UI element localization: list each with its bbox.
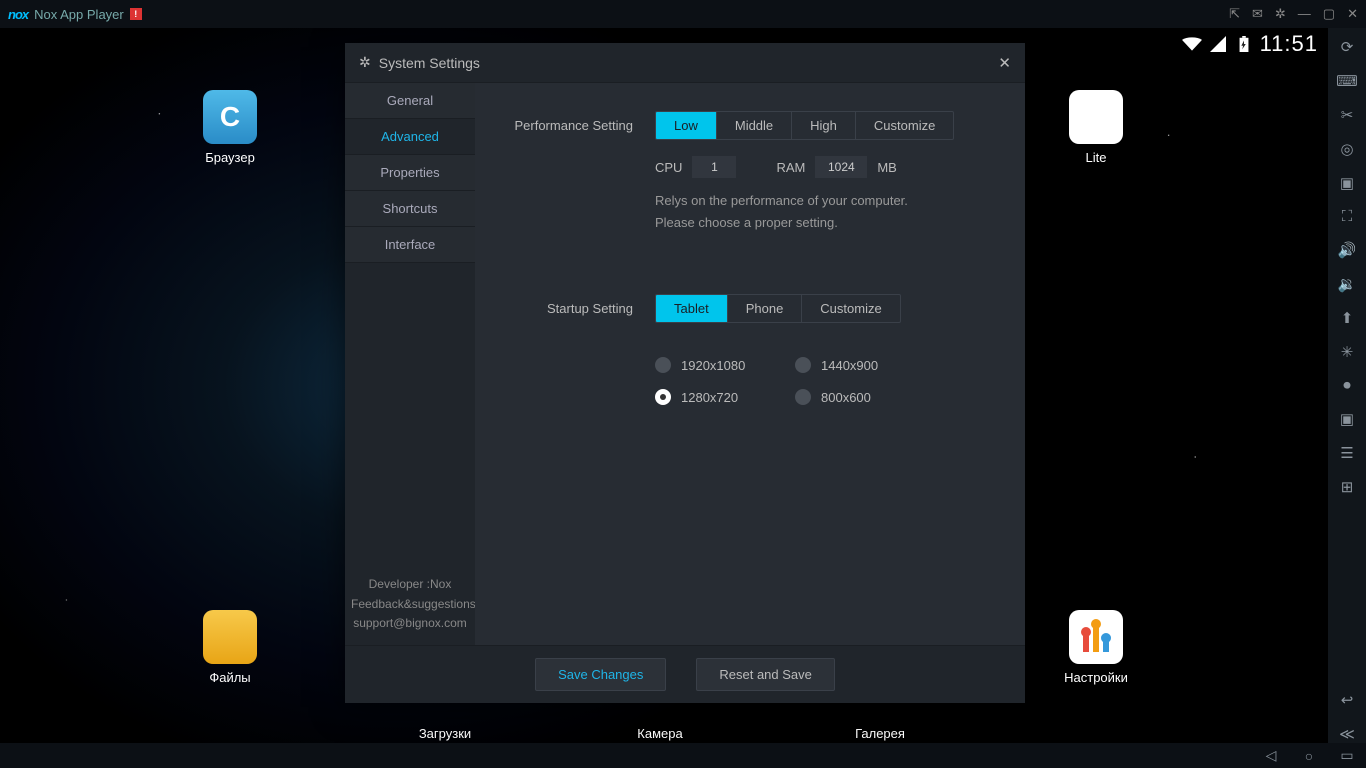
resolution-options: 1920x1080 1440x900 1280x720 800x600 xyxy=(655,357,995,405)
app-settings[interactable]: Настройки xyxy=(1056,610,1136,685)
startup-label: Startup Setting xyxy=(505,301,655,316)
settings-sidebar: General Advanced Properties Shortcuts In… xyxy=(345,83,475,645)
feedback-text: Feedback&suggestions: xyxy=(351,595,469,614)
modal-close-icon[interactable]: ✕ xyxy=(998,54,1011,72)
apk-icon[interactable]: ⬆ xyxy=(1341,309,1354,327)
gear-icon: ✲ xyxy=(359,54,371,71)
performance-segment: Low Middle High Customize xyxy=(655,111,954,140)
tab-interface[interactable]: Interface xyxy=(345,227,475,263)
cpu-label: CPU xyxy=(655,160,682,175)
fullscreen-icon[interactable]: ⛶ xyxy=(1342,208,1353,225)
perf-customize-button[interactable]: Customize xyxy=(856,112,953,139)
shake-icon[interactable]: ✳ xyxy=(1341,343,1354,361)
app-label-gallery: Галерея xyxy=(840,726,920,741)
tab-general[interactable]: General xyxy=(345,83,475,119)
app-lite[interactable]: f Lite xyxy=(1056,90,1136,165)
record-icon[interactable]: ⏺ xyxy=(1343,377,1351,394)
clock: 11:51 xyxy=(1260,31,1318,57)
perf-low-button[interactable]: Low xyxy=(656,112,717,139)
equalizer-icon xyxy=(1069,610,1123,664)
minimize-icon[interactable]: — xyxy=(1298,6,1311,22)
multi-icon[interactable]: ⊞ xyxy=(1341,478,1354,496)
volume-up-icon[interactable]: 🔊 xyxy=(1338,241,1357,259)
res-1920x1080[interactable]: 1920x1080 xyxy=(655,357,785,373)
collapse-icon[interactable]: ≪ xyxy=(1339,725,1355,743)
modal-header: ✲ System Settings ✕ xyxy=(345,43,1025,83)
signal-icon xyxy=(1208,36,1228,52)
cpu-input[interactable] xyxy=(692,156,736,178)
res-800x600[interactable]: 800x600 xyxy=(795,389,925,405)
wifi-icon xyxy=(1182,36,1202,52)
titlebar-controls: ⇱ ✉ ✲ — ▢ ✕ xyxy=(1229,6,1358,22)
res-1440x900[interactable]: 1440x900 xyxy=(795,357,925,373)
gear-icon[interactable]: ✲ xyxy=(1275,6,1286,22)
android-statusbar: 11:51 xyxy=(1182,28,1328,60)
location-icon[interactable]: ◎ xyxy=(1340,140,1353,158)
right-toolbar: ⟳ ⌨ ✂ ◎ ▣ ⛶ 🔊 🔉 ⬆ ✳ ⏺ ▣ ☰ ⊞ ↩ ≪ xyxy=(1328,28,1366,743)
volume-down-icon[interactable]: 🔉 xyxy=(1338,275,1357,293)
start-tablet-button[interactable]: Tablet xyxy=(656,295,728,322)
settings-content: Performance Setting Low Middle High Cust… xyxy=(475,83,1025,645)
sidebar-footer: Developer :Nox Feedback&suggestions: sup… xyxy=(345,563,475,645)
tab-properties[interactable]: Properties xyxy=(345,155,475,191)
android-home-icon[interactable]: ○ xyxy=(1290,743,1328,768)
app-label-downloads: Загрузки xyxy=(405,726,485,741)
android-back-icon[interactable]: ◁ xyxy=(1252,743,1290,768)
rotate-icon[interactable]: ⟳ xyxy=(1341,38,1354,56)
perf-middle-button[interactable]: Middle xyxy=(717,112,792,139)
logo: nox xyxy=(8,7,28,22)
pin-icon[interactable]: ⇱ xyxy=(1229,6,1240,22)
modal-title: System Settings xyxy=(379,55,480,71)
tab-advanced[interactable]: Advanced xyxy=(345,119,475,155)
close-icon[interactable]: ✕ xyxy=(1347,6,1358,22)
tab-shortcuts[interactable]: Shortcuts xyxy=(345,191,475,227)
facebook-icon: f xyxy=(1069,90,1123,144)
app-label: Файлы xyxy=(190,670,270,685)
settings-modal: ✲ System Settings ✕ General Advanced Pro… xyxy=(345,43,1025,703)
android-recent-icon[interactable]: ▭ xyxy=(1328,743,1366,768)
keyboard-icon[interactable]: ⌨ xyxy=(1336,72,1358,90)
folder-icon xyxy=(203,610,257,664)
ram-unit: MB xyxy=(877,160,897,175)
app-browser[interactable]: C Браузер xyxy=(190,90,270,165)
app-files[interactable]: Файлы xyxy=(190,610,270,685)
scissors-icon[interactable]: ✂ xyxy=(1341,106,1354,124)
ram-label: RAM xyxy=(776,160,805,175)
mail-icon[interactable]: ✉ xyxy=(1252,6,1263,22)
reset-and-save-button[interactable]: Reset and Save xyxy=(696,658,835,691)
app-label-camera: Камера xyxy=(620,726,700,741)
folder-icon[interactable]: ▣ xyxy=(1340,174,1354,192)
app-label: Браузер xyxy=(190,150,270,165)
performance-hint: Relys on the performance of your compute… xyxy=(655,190,995,234)
maximize-icon[interactable]: ▢ xyxy=(1323,6,1335,22)
app-label: Настройки xyxy=(1056,670,1136,685)
browser-icon: C xyxy=(203,90,257,144)
res-1280x720[interactable]: 1280x720 xyxy=(655,389,785,405)
save-changes-button[interactable]: Save Changes xyxy=(535,658,666,691)
camera-icon[interactable]: ▣ xyxy=(1340,410,1354,428)
app-title: Nox App Player xyxy=(34,7,124,22)
app-label: Lite xyxy=(1056,150,1136,165)
modal-footer: Save Changes Reset and Save xyxy=(345,645,1025,703)
developer-text: Developer :Nox xyxy=(351,575,469,594)
startup-segment: Tablet Phone Customize xyxy=(655,294,901,323)
perf-high-button[interactable]: High xyxy=(792,112,856,139)
bottombar: ◁ ○ ▭ xyxy=(0,743,1366,768)
alert-badge-icon[interactable]: ! xyxy=(130,8,142,20)
script-icon[interactable]: ☰ xyxy=(1340,444,1353,462)
ram-input[interactable] xyxy=(815,156,867,178)
support-email[interactable]: support@bignox.com xyxy=(351,614,469,633)
battery-icon xyxy=(1234,36,1254,52)
start-phone-button[interactable]: Phone xyxy=(728,295,803,322)
desktop: 11:51 C Браузер f Lite Файлы Настройки З… xyxy=(0,28,1328,743)
back-icon[interactable]: ↩ xyxy=(1341,691,1354,709)
titlebar: nox Nox App Player ! ⇱ ✉ ✲ — ▢ ✕ xyxy=(0,0,1366,28)
start-customize-button[interactable]: Customize xyxy=(802,295,899,322)
performance-label: Performance Setting xyxy=(505,118,655,133)
